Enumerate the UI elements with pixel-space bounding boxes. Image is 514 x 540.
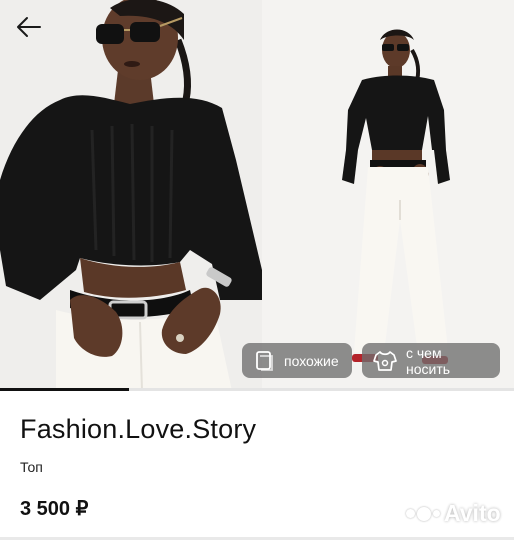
what-to-wear-button[interactable]: с чем носить (362, 343, 500, 378)
avito-watermark-label: Avito (444, 500, 501, 526)
avito-logo-icon (406, 506, 440, 521)
gallery-progress-bar (0, 388, 514, 391)
back-button[interactable] (12, 12, 46, 42)
avito-watermark: Avito (406, 500, 501, 527)
product-title: Fashion.Love.Story (20, 414, 257, 444)
outfit-icon (373, 350, 397, 371)
arrow-left-icon (17, 17, 41, 37)
similar-items-label: похожие (284, 352, 339, 369)
product-photo-main[interactable] (0, 0, 262, 391)
similar-items-button[interactable]: похожие (242, 343, 352, 378)
product-category: Топ (20, 459, 43, 475)
product-price: 3 500 ₽ (20, 498, 89, 520)
gallery-progress-fill (0, 388, 129, 391)
photo-gallery[interactable]: похожие с чем носить (0, 0, 514, 391)
product-photo-secondary[interactable] (262, 0, 514, 391)
what-to-wear-label: с чем носить (406, 344, 451, 377)
similar-cards-icon (256, 350, 273, 371)
